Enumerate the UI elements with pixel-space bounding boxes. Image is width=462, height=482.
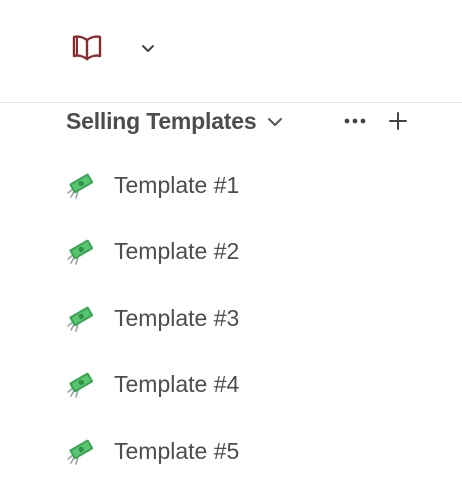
money-with-wings-icon bbox=[67, 306, 93, 332]
section-title[interactable]: Selling Templates bbox=[66, 108, 257, 135]
open-book-icon bbox=[72, 35, 102, 61]
money-with-wings-icon bbox=[67, 239, 93, 265]
template-item-label: Template #4 bbox=[114, 370, 240, 397]
template-item[interactable]: Template #1 bbox=[66, 163, 366, 207]
section-header: Selling Templates bbox=[66, 104, 426, 138]
template-item[interactable]: Template #3 bbox=[66, 296, 366, 340]
template-item[interactable]: Template #4 bbox=[66, 362, 366, 406]
money-with-wings-icon bbox=[67, 372, 93, 398]
ellipsis-icon[interactable] bbox=[342, 111, 370, 131]
template-item-label: Template #2 bbox=[114, 237, 240, 264]
template-item[interactable]: Template #5 bbox=[66, 429, 366, 473]
workspace-switcher[interactable] bbox=[70, 30, 156, 66]
money-with-wings-icon bbox=[67, 439, 93, 465]
chevron-down-icon[interactable] bbox=[266, 113, 284, 131]
plus-icon[interactable] bbox=[386, 109, 410, 133]
template-item-label: Template #3 bbox=[114, 304, 240, 331]
money-with-wings-icon bbox=[67, 173, 93, 199]
template-item[interactable]: Template #2 bbox=[66, 229, 366, 273]
template-item-label: Template #1 bbox=[114, 171, 240, 198]
top-bar bbox=[0, 0, 462, 103]
chevron-down-icon[interactable] bbox=[140, 40, 156, 56]
template-item-label: Template #5 bbox=[114, 437, 240, 464]
